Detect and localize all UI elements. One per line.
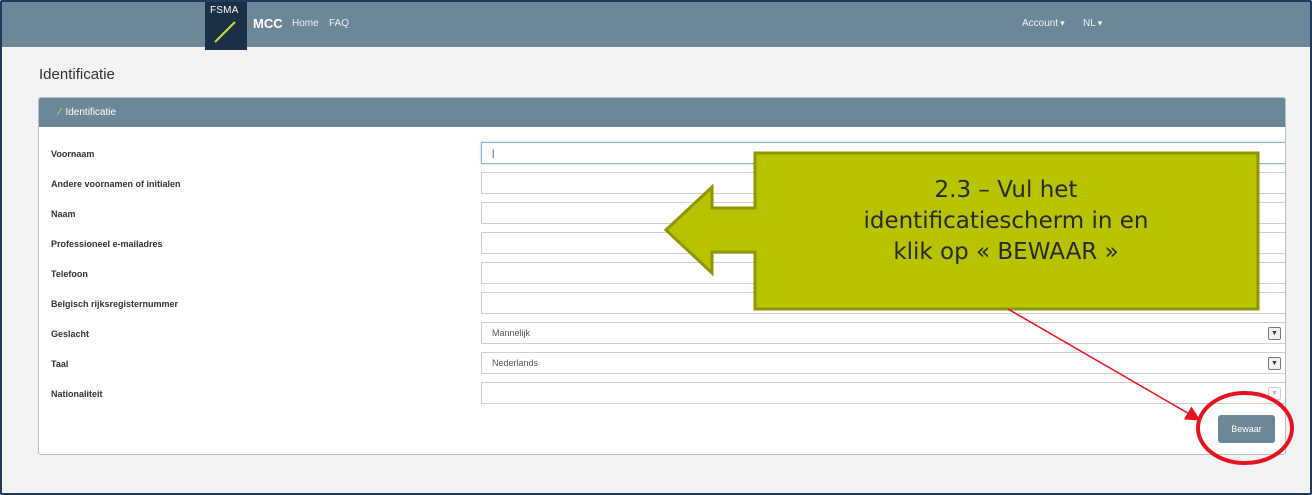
browser-frame: FSMA MCC Home FAQ Account ▾ NL ▾ Identific… [0,0,1312,495]
pointer-line [1007,308,1201,421]
highlight-circle [1196,391,1294,465]
callout-line: identificatiescherm in en [863,208,1149,234]
callout-text: 2.3 – Vul het identificatiescherm in en … [756,175,1256,268]
callout-line: klik op « BEWAAR » [893,239,1119,265]
callout-line: 2.3 – Vul het [934,177,1078,203]
